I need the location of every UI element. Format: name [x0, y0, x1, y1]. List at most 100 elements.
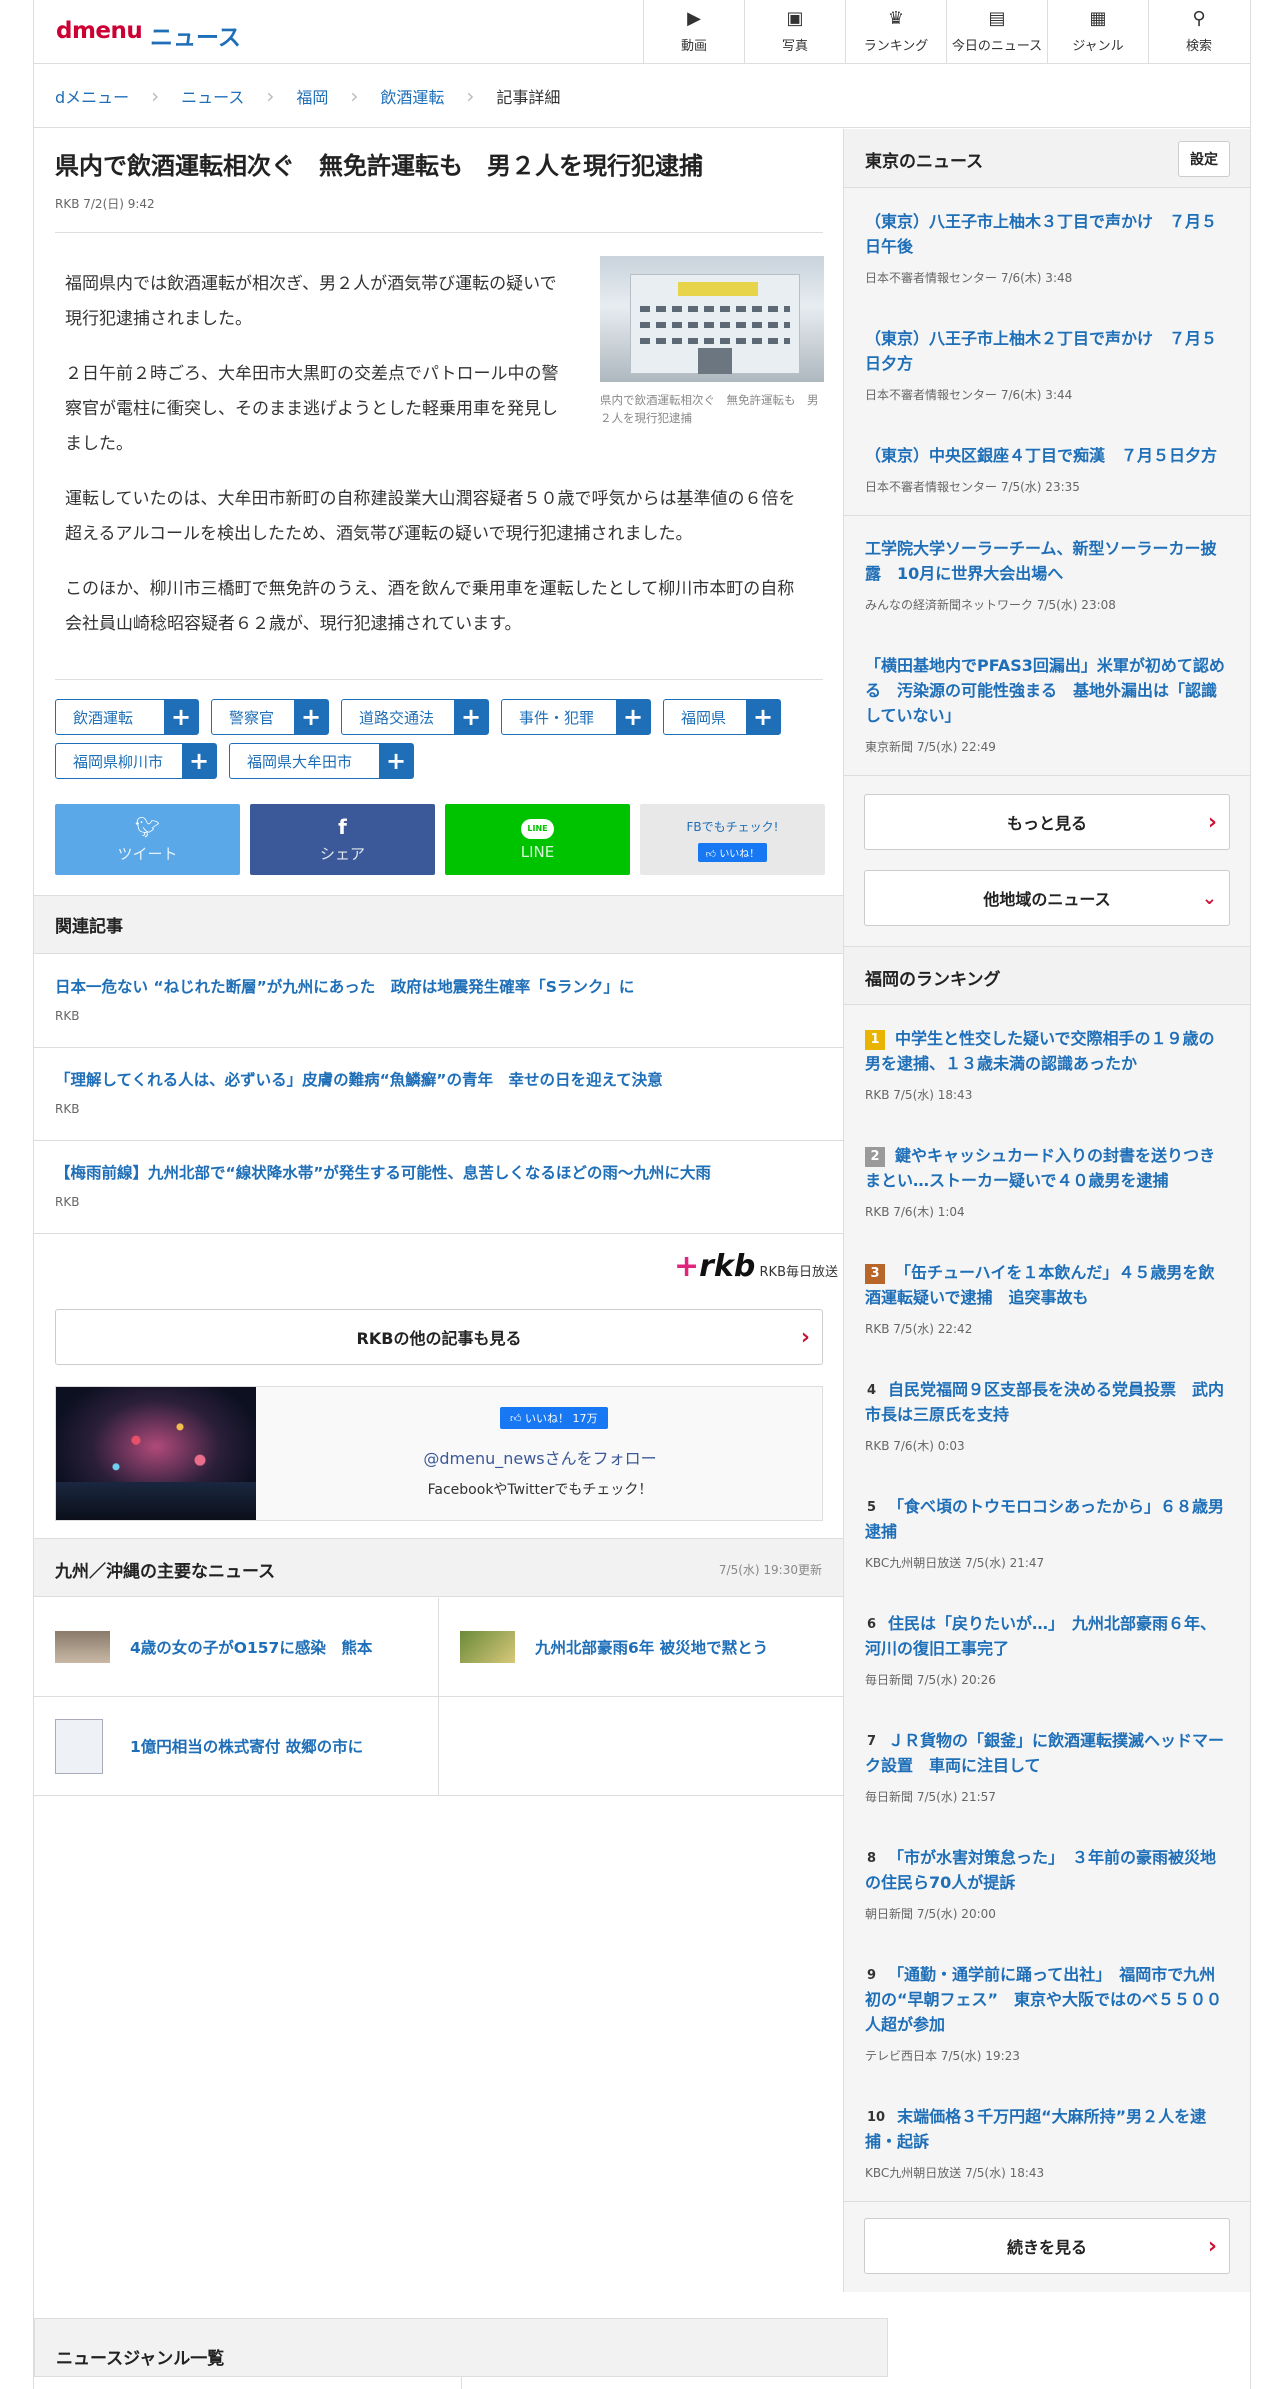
fireworks-image-ground: [56, 1482, 256, 1520]
facebook-share-button[interactable]: f シェア: [250, 804, 435, 875]
tag-chip[interactable]: 福岡県 +: [663, 699, 781, 735]
rank-badge: 1: [865, 1030, 885, 1050]
tokyo-news-item[interactable]: （東京）中央区銀座４丁目で痴漢 ７月５日夕方 日本不審者情報センター 7/5(水)…: [844, 423, 1250, 516]
plus-icon[interactable]: +: [294, 700, 328, 734]
ranking-source: RKB 7/6(木) 1:04: [865, 1205, 965, 1219]
related-title: 日本一危ない “ねじれた断層”が九州にあった 政府は地震発生確率「Sランク」に: [55, 978, 635, 996]
plus-icon[interactable]: +: [616, 700, 650, 734]
tag-chip[interactable]: 福岡県大牟田市 +: [229, 743, 414, 779]
ranking-title: 2 鍵やキャッシュカード入りの封書を送りつきまとい…ストーカー疑いで４０歳男を逮捕: [865, 1143, 1229, 1193]
kyushu-news-item[interactable]: 九州北部豪雨6年 被災地で黙とう: [439, 1598, 844, 1697]
news-section-title[interactable]: ニュース: [150, 18, 241, 52]
breadcrumb-item[interactable]: dメニュー: [55, 84, 129, 108]
thumbs-up-icon: 👍︎: [510, 1412, 525, 1425]
related-item[interactable]: 「理解してくれる人は、必ずいる」皮膚の難病“魚鱗癬”の青年 幸せの日を迎えて決意…: [34, 1048, 843, 1141]
video-icon: ▶: [687, 8, 701, 29]
related-title: 【梅雨前線】九州北部で“線状降水帯”が発生する可能性、息苦しくなるほどの雨〜九州…: [55, 1164, 711, 1182]
tag-chip[interactable]: 警察官 +: [211, 699, 329, 735]
kyushu-news-item[interactable]: 1億円相当の株式寄付 故郷の市に: [34, 1697, 439, 1796]
ranking-item[interactable]: 3 「缶チューハイを１本飲んだ」４５歳男を飲酒運転疑いで逮捕 追突事故も RKB 7…: [844, 1240, 1250, 1358]
plus-icon[interactable]: +: [746, 700, 780, 734]
ranking-title: 10 末端価格３千万円超“大麻所持”男２人を逮捕・起訴: [865, 2104, 1229, 2154]
breadcrumb-item[interactable]: 福岡: [296, 84, 328, 108]
follow-handle[interactable]: @dmenu_newsさんをフォロー: [256, 1445, 824, 1469]
plus-icon[interactable]: +: [182, 744, 216, 778]
follow-like-button[interactable]: 👍︎ いいね！ 17万: [500, 1407, 608, 1429]
kyushu-news-item[interactable]: 4歳の女の子がO157に感染 熊本: [34, 1598, 439, 1697]
other-regions-button[interactable]: 他地域のニュース ⌄: [864, 870, 1230, 926]
tokyo-news-title: 「横田基地内でPFAS3回漏出」米軍が初めて認める 汚染源の可能性強まる 基地外…: [865, 656, 1225, 725]
related-item[interactable]: 【梅雨前線】九州北部で“線状降水帯”が発生する可能性、息苦しくなるほどの雨〜九州…: [34, 1141, 843, 1234]
line-share-button[interactable]: LINE LINE: [445, 804, 630, 875]
nav-item-label: ランキング: [863, 39, 929, 54]
tweet-button[interactable]: 🐦︎ ツイート: [55, 804, 240, 875]
tokyo-more-button[interactable]: もっと見る ›: [864, 794, 1230, 850]
news-thumbnail: [55, 1631, 110, 1663]
photo-icon: ▣: [786, 8, 804, 29]
share-label: シェア: [319, 845, 365, 863]
tokyo-news-source: みんなの経済新聞ネットワーク 7/5(水) 23:08: [865, 598, 1116, 612]
ranking-title-text: 「食べ頃のトウモロコシあったから」６８歳男逮捕: [865, 1497, 1225, 1541]
other-regions-label: 他地域のニュース: [983, 890, 1111, 909]
divider: [55, 679, 823, 680]
plus-icon[interactable]: +: [379, 744, 413, 778]
genre-heading: ニュースジャンル一覧: [56, 2349, 225, 2369]
follow-box: 👍︎ いいね！ 17万 @dmenu_newsさんをフォロー Facebookや…: [55, 1386, 823, 1521]
rank-badge: 8: [865, 1849, 879, 1869]
follow-sub: FacebookやTwitterでもチェック！: [427, 1482, 653, 1498]
tokyo-news-item[interactable]: 工学院大学ソーラーチーム、新型ソーラーカー披露 10月に世界大会出場へ みんなの経…: [844, 516, 1250, 634]
tokyo-news-source: 日本不審者情報センター 7/6(木) 3:48: [865, 271, 1073, 285]
tag-label: 福岡県大牟田市: [247, 752, 353, 771]
ranking-item[interactable]: 1 中学生と性交した疑いで交際相手の１９歳の男を逮捕、１３歳未満の認識あったか RK…: [844, 1006, 1250, 1124]
nav-item[interactable]: ▤ 今日のニュース: [946, 0, 1047, 63]
ranking-source: RKB 7/5(水) 22:42: [865, 1322, 973, 1336]
ranking-item[interactable]: 4 自民党福岡９区支部長を決める党員投票 武内市長は三原氏を支持 RKB 7/6(木…: [844, 1357, 1250, 1475]
plus-icon[interactable]: +: [164, 700, 198, 734]
ranking-item[interactable]: 8 「市が水害対策怠った」 ３年前の豪雨被災地の住民ら70人が提訴 朝日新聞 7/5…: [844, 1825, 1250, 1943]
tokyo-news-item[interactable]: （東京）八王子市上柚木３丁目で声かけ ７月５日午後 日本不審者情報センター 7/6…: [844, 189, 1250, 307]
nav-item[interactable]: ▣ 写真: [744, 0, 845, 63]
fb-like-button[interactable]: 👍︎ いいね！: [697, 842, 768, 862]
nav-item[interactable]: ♛ ランキング: [845, 0, 946, 63]
ranking-item[interactable]: 9 「通勤・通学前に踊って出社」 福岡市で九州初の“早朝フェス” 東京や大阪ではの…: [844, 1942, 1250, 2085]
nav-item-label: 検索: [1185, 39, 1212, 54]
nav-item[interactable]: ▦ ジャンル: [1047, 0, 1148, 63]
breadcrumb-item[interactable]: ニュース: [181, 84, 244, 108]
nav-item[interactable]: ▶ 動画: [643, 0, 744, 63]
chevron-right-icon: ›: [266, 83, 275, 108]
photo-caption: 県内で飲酒運転相次ぐ 無免許運転も 男２人を現行犯逮捕: [600, 393, 819, 425]
ranking-item[interactable]: 10 末端価格３千万円超“大麻所持”男２人を逮捕・起訴 KBC九州朝日放送 7/5(…: [844, 2084, 1250, 2202]
ranking-title-text: 中学生と性交した疑いで交際相手の１９歳の男を逮捕、１３歳未満の認識あったか: [865, 1029, 1215, 1073]
ranking-source: RKB 7/6(木) 0:03: [865, 1439, 965, 1453]
tag-chip[interactable]: 福岡県柳川市 +: [55, 743, 217, 779]
tokyo-news-item[interactable]: 「横田基地内でPFAS3回漏出」米軍が初めて認める 汚染源の可能性強まる 基地外…: [844, 633, 1250, 776]
publisher-logo[interactable]: +rkb RKB毎日放送: [674, 1249, 838, 1284]
plus-icon[interactable]: +: [454, 700, 488, 734]
ranking-more-button[interactable]: 続きを見る ›: [864, 2218, 1230, 2274]
tag-chip[interactable]: 道路交通法 +: [341, 699, 489, 735]
ranking-title-text: 「通勤・通学前に踊って出社」 福岡市で九州初の“早朝フェス” 東京や大阪ではのべ…: [865, 1965, 1223, 2034]
ranking-item[interactable]: 7 ＪＲ貨物の「銀釜」に飲酒運転撲滅ヘッドマーク設置 車両に注目して 毎日新聞 7/…: [844, 1708, 1250, 1826]
settings-button[interactable]: 設定: [1178, 141, 1230, 177]
ranking-item[interactable]: 2 鍵やキャッシュカード入りの封書を送りつきまとい…ストーカー疑いで４０歳男を逮捕…: [844, 1123, 1250, 1241]
ranking-item[interactable]: 5 「食べ頃のトウモロコシあったから」６８歳男逮捕 KBC九州朝日放送 7/5(水)…: [844, 1474, 1250, 1592]
ranking-item[interactable]: 6 住民は「戻りたいが…」 九州北部豪雨６年、河川の復旧工事完了 毎日新聞 7/5(…: [844, 1591, 1250, 1709]
ranking-title-text: 自民党福岡９区支部長を決める党員投票 武内市長は三原氏を支持: [865, 1380, 1225, 1424]
nav-item[interactable]: ⚲ 検索: [1148, 0, 1249, 63]
ranking-icon: ♛: [887, 8, 905, 29]
related-heading: 関連記事: [34, 895, 843, 954]
tokyo-news-item[interactable]: （東京）八王子市上柚木２丁目で声かけ ７月５日夕方 日本不審者情報センター 7/6…: [844, 306, 1250, 424]
dmenu-logo[interactable]: dmenu: [56, 18, 143, 44]
ranking-title-text: 「市が水害対策怠った」 ３年前の豪雨被災地の住民ら70人が提訴: [865, 1848, 1217, 1892]
related-item[interactable]: 日本一危ない “ねじれた断層”が九州にあった 政府は地震発生確率「Sランク」に R…: [34, 955, 843, 1048]
nav-item-label: ジャンル: [1072, 39, 1124, 54]
article-photo[interactable]: [600, 256, 824, 382]
breadcrumb-item: 記事詳細: [496, 87, 561, 107]
fb-check-box: FBでもチェック! 👍︎ いいね！: [640, 804, 825, 875]
publisher-more-button[interactable]: RKBの他の記事も見る ›: [55, 1309, 823, 1365]
rank-badge: 4: [865, 1381, 879, 1401]
tag-chip[interactable]: 事件・犯罪 +: [501, 699, 651, 735]
breadcrumb-item[interactable]: 飲酒運転: [380, 84, 444, 108]
site-header: dmenu ニュース ▶ 動画 ▣ 写真 ♛ ランキング ▤ 今日のニュース ▦ ジャンル ⚲ 検索: [34, 0, 1250, 64]
tag-chip[interactable]: 飲酒運転 +: [55, 699, 199, 735]
